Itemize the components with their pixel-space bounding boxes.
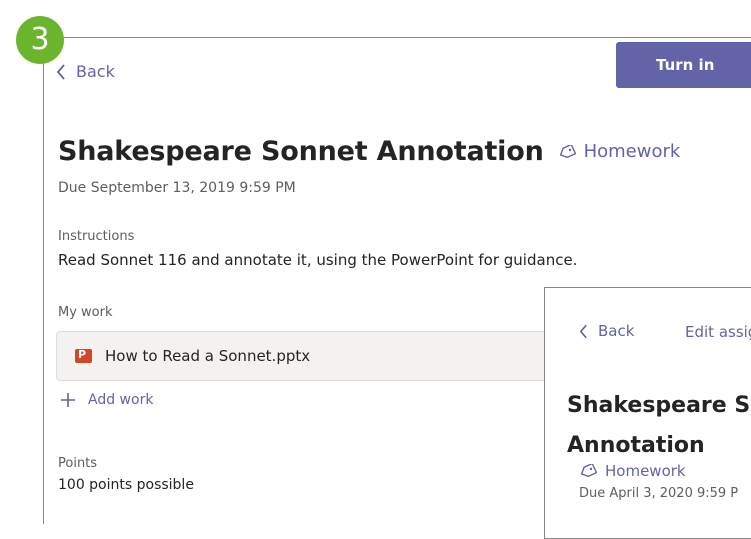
assignment-title: Shakespeare Sonnet Annotation [58, 136, 544, 167]
tag-icon [580, 464, 597, 478]
instructions-label: Instructions [58, 229, 135, 244]
inset-title-line-1: Shakespeare S [567, 393, 751, 418]
chevron-left-icon [579, 324, 587, 338]
inset-title-line-2: Annotation [567, 433, 705, 458]
due-date: Due September 13, 2019 9:59 PM [58, 180, 296, 196]
category-tag[interactable]: Homework [558, 141, 681, 162]
inset-edit-assignment-link[interactable]: Edit assig [685, 323, 751, 341]
back-label: Back [76, 62, 115, 81]
powerpoint-icon [75, 348, 92, 363]
add-work-button[interactable]: Add work [60, 392, 153, 408]
inset-assignment-title: Shakespeare S Annotation [567, 386, 750, 466]
turn-in-button[interactable]: Turn in [616, 42, 751, 88]
category-label: Homework [583, 141, 681, 162]
inset-back-link[interactable]: Back [579, 322, 634, 340]
add-work-label: Add work [88, 392, 154, 408]
frame-top-border [60, 37, 751, 38]
tag-icon [559, 144, 576, 158]
chevron-left-icon [56, 63, 65, 80]
inset-due-date: Due April 3, 2020 9:59 P [579, 486, 739, 501]
points-text: 100 points possible [58, 477, 194, 493]
inset-category-label: Homework [605, 462, 686, 480]
mobile-view-inset: Back Edit assig Shakespeare S Annotation… [544, 287, 751, 539]
points-label: Points [58, 456, 98, 471]
step-number-badge: 3 [16, 16, 64, 64]
attachment-name: How to Read a Sonnet.pptx [105, 347, 311, 365]
back-link[interactable]: Back [56, 62, 115, 81]
my-work-label: My work [58, 305, 113, 320]
inset-category-tag[interactable]: Homework [579, 462, 686, 480]
frame-left-border [43, 52, 44, 524]
inset-back-label: Back [598, 322, 635, 340]
assignment-title-row: Shakespeare Sonnet Annotation Homework [58, 136, 680, 167]
plus-icon [61, 393, 75, 407]
instructions-text: Read Sonnet 116 and annotate it, using t… [58, 251, 578, 269]
